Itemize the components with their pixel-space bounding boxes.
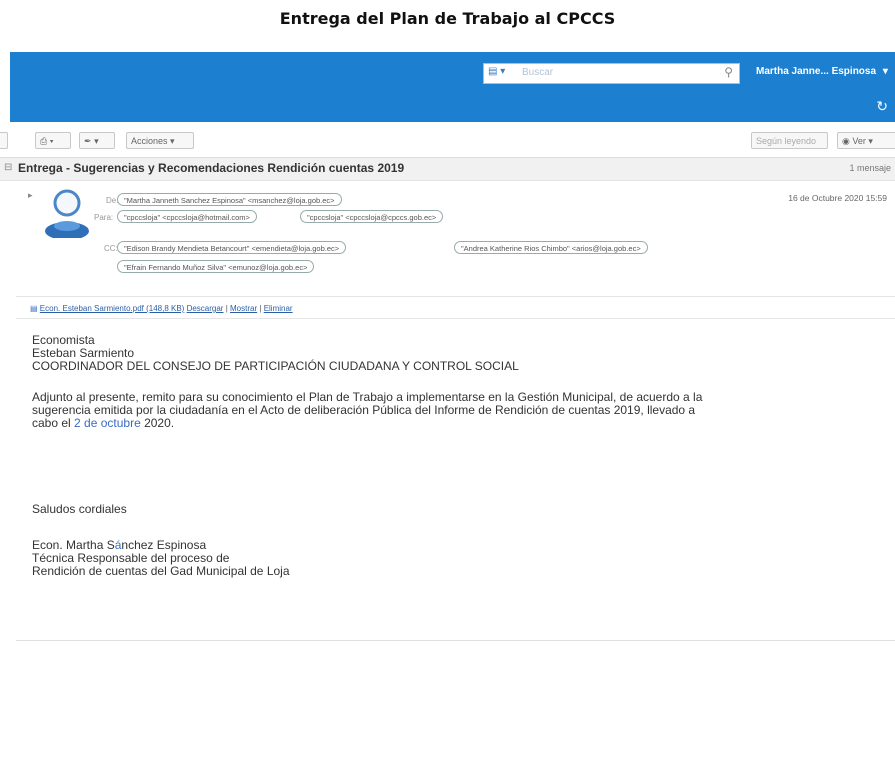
search-input[interactable]: Buscar: [522, 67, 553, 78]
cc-address-1[interactable]: "Edison Brandy Mendieta Betancourt" <eme…: [117, 241, 347, 254]
attachment-filename[interactable]: Econ. Esteban Sarmiento.pdf (148,8 KB): [40, 304, 185, 313]
user-avatar-icon: [45, 189, 89, 240]
date-link[interactable]: 2 de octubre: [74, 416, 141, 430]
greeting: Saludos cordiales: [32, 502, 127, 516]
back-arrow-button[interactable]: ‹: [0, 132, 8, 149]
message-date: 16 de Octubre 2020 15:59: [788, 193, 887, 203]
printer-icon: ⎙: [40, 136, 48, 146]
to-address-2[interactable]: "cpccsloja" <cpccsloja@cpccs.gob.ec>: [300, 210, 444, 223]
show-link[interactable]: Mostrar: [230, 304, 257, 313]
mail-top-bar: ▤ ▾ Buscar ⚲ Martha Janne... Espinosa ▾ …: [10, 52, 895, 122]
collapse-icon[interactable]: ⊟: [4, 162, 12, 173]
user-menu[interactable]: Martha Janne... Espinosa ▾: [756, 66, 888, 77]
attachment-row: ▤ Econ. Esteban Sarmiento.pdf (148,8 KB)…: [30, 304, 293, 313]
chevron-down-icon: ▾: [882, 66, 888, 77]
refresh-icon[interactable]: ↻: [876, 98, 888, 115]
message-subject: Entrega - Sugerencias y Recomendaciones …: [18, 161, 405, 175]
actions-button[interactable]: Acciones ▾: [126, 132, 194, 149]
conversation-header[interactable]: ⊟ Entrega - Sugerencias y Recomendacione…: [0, 157, 895, 181]
message-toolbar: ‹ ⎙ ▾ ✒ ▾ Acciones ▾ Según leyendo ◉ Ver…: [0, 128, 895, 154]
sort-button[interactable]: Según leyendo: [751, 132, 828, 149]
signature-line: Rendición de cuentas del Gad Municipal d…: [32, 564, 290, 578]
cc-label: CC:: [104, 244, 118, 253]
download-link[interactable]: Descargar: [187, 304, 224, 313]
body-line: COORDINADOR DEL CONSEJO DE PARTICIPACIÓN…: [32, 359, 519, 373]
reading-pane-footer: [16, 640, 895, 757]
remove-link[interactable]: Eliminar: [264, 304, 293, 313]
message-count: 1 mensaje: [849, 163, 891, 173]
pdf-file-icon: ▤: [30, 304, 38, 313]
tag-button[interactable]: ✒ ▾: [79, 132, 115, 149]
to-address-1[interactable]: "cpccsloja" <cpccsloja@hotmail.com>: [117, 210, 257, 223]
document-title: Entrega del Plan de Trabajo al CPCCS: [279, 9, 616, 28]
search-icon[interactable]: ⚲: [724, 65, 733, 79]
user-name: Martha Janne... Espinosa: [756, 66, 877, 77]
search-box[interactable]: ▤ ▾ Buscar ⚲: [483, 63, 740, 84]
cc-address-2[interactable]: "Andrea Katherine Rios Chimbo" <arios@lo…: [454, 241, 648, 254]
divider: [16, 296, 895, 297]
divider: [16, 318, 895, 319]
view-button[interactable]: ◉ Ver ▾: [837, 132, 895, 149]
print-button[interactable]: ⎙ ▾: [35, 132, 71, 149]
expand-arrow-icon[interactable]: ▸: [28, 190, 33, 201]
eye-icon: ◉: [842, 136, 850, 146]
from-address[interactable]: "Martha Janneth Sanchez Espinosa" <msanc…: [117, 193, 342, 206]
to-label: Para:: [94, 213, 114, 222]
tag-icon: ✒: [84, 136, 92, 146]
search-scope-dropdown[interactable]: ▤ ▾: [488, 66, 505, 77]
avatar: [42, 186, 92, 240]
body-paragraph: cabo el 2 de octubre 2020.: [32, 416, 175, 430]
cc-address-3[interactable]: "Efrain Fernando Muñoz Silva" <emunoz@lo…: [117, 260, 315, 273]
